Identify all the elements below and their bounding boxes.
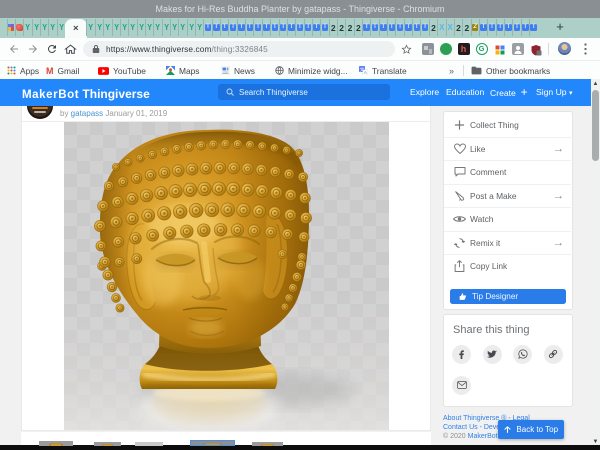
svg-text:A: A [364, 70, 367, 75]
